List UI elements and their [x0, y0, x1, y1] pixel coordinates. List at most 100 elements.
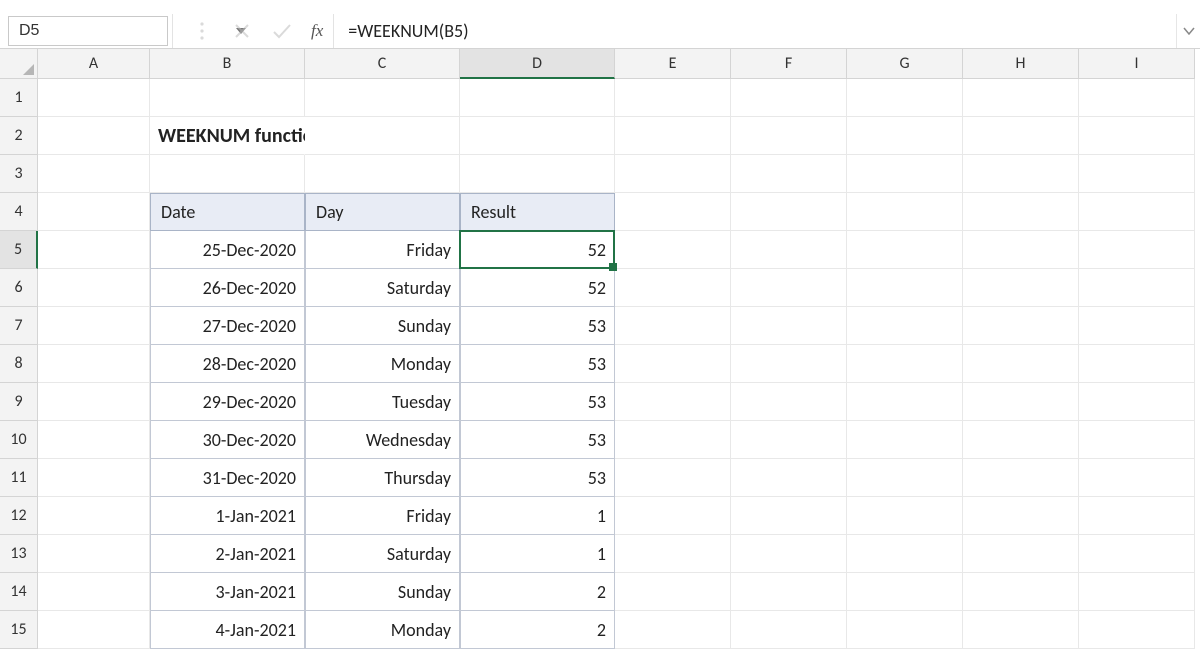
table-header-date[interactable]: Date [150, 193, 305, 231]
cell[interactable] [963, 535, 1079, 573]
cell[interactable] [38, 345, 150, 383]
row-header[interactable]: 9 [0, 383, 38, 421]
cancel-icon[interactable] [231, 20, 253, 42]
row-header[interactable]: 14 [0, 573, 38, 611]
cell[interactable] [38, 155, 150, 193]
cell[interactable] [615, 421, 731, 459]
cell[interactable] [1079, 383, 1195, 421]
cell[interactable] [615, 117, 731, 155]
cell[interactable] [847, 459, 963, 497]
cell[interactable] [615, 79, 731, 117]
cell[interactable] [731, 345, 847, 383]
cell[interactable] [615, 535, 731, 573]
column-header[interactable]: A [38, 49, 150, 79]
cell[interactable] [1079, 345, 1195, 383]
cell[interactable] [38, 193, 150, 231]
table-header-result[interactable]: Result [460, 193, 615, 231]
cell[interactable] [615, 345, 731, 383]
cell[interactable] [731, 497, 847, 535]
row-header[interactable]: 13 [0, 535, 38, 573]
cell[interactable] [963, 193, 1079, 231]
cell[interactable] [150, 155, 305, 193]
cell[interactable] [1079, 155, 1195, 193]
table-cell-day[interactable]: Thursday [305, 459, 460, 497]
cell[interactable] [963, 421, 1079, 459]
cell[interactable] [1079, 307, 1195, 345]
cell[interactable] [731, 383, 847, 421]
cell[interactable] [615, 573, 731, 611]
cell[interactable] [1079, 117, 1195, 155]
cell[interactable] [847, 117, 963, 155]
table-cell-result[interactable]: 52 [460, 269, 615, 307]
cell[interactable] [615, 155, 731, 193]
cell[interactable] [615, 193, 731, 231]
table-cell-date[interactable]: 30-Dec-2020 [150, 421, 305, 459]
cell[interactable] [731, 155, 847, 193]
table-cell-date[interactable]: 28-Dec-2020 [150, 345, 305, 383]
column-header[interactable]: C [305, 49, 460, 79]
table-cell-date[interactable]: 2-Jan-2021 [150, 535, 305, 573]
cell[interactable] [731, 611, 847, 649]
name-box[interactable] [8, 16, 168, 46]
cell[interactable] [847, 383, 963, 421]
cell[interactable] [38, 573, 150, 611]
cell[interactable] [38, 421, 150, 459]
cell[interactable] [38, 383, 150, 421]
cell[interactable] [847, 269, 963, 307]
cell[interactable] [847, 307, 963, 345]
cell[interactable] [731, 421, 847, 459]
formula-bar-expand-icon[interactable] [1176, 14, 1200, 48]
cell[interactable] [847, 497, 963, 535]
cell[interactable] [963, 611, 1079, 649]
table-cell-result[interactable]: 1 [460, 535, 615, 573]
table-cell-date[interactable]: 29-Dec-2020 [150, 383, 305, 421]
cell[interactable] [615, 231, 731, 269]
spreadsheet-grid[interactable]: A B C D E F G H I 1 2 3 4 5 6 7 8 9 10 1… [0, 49, 1200, 644]
table-cell-date[interactable]: 3-Jan-2021 [150, 573, 305, 611]
select-all-button[interactable] [0, 49, 38, 79]
cell[interactable] [963, 383, 1079, 421]
row-header[interactable]: 1 [0, 79, 38, 117]
cell[interactable] [1079, 421, 1195, 459]
cell[interactable] [731, 307, 847, 345]
cell[interactable] [150, 79, 305, 117]
column-header[interactable]: D [460, 49, 615, 79]
row-header[interactable]: 11 [0, 459, 38, 497]
cell[interactable] [731, 231, 847, 269]
table-cell-result[interactable]: 52 [460, 231, 615, 269]
cell[interactable] [615, 611, 731, 649]
table-cell-date[interactable]: 4-Jan-2021 [150, 611, 305, 649]
cell[interactable] [963, 155, 1079, 193]
cell[interactable] [38, 307, 150, 345]
cell[interactable] [615, 307, 731, 345]
row-header[interactable]: 15 [0, 611, 38, 649]
cell[interactable] [1079, 459, 1195, 497]
cell[interactable] [1079, 269, 1195, 307]
table-cell-day[interactable]: Monday [305, 345, 460, 383]
cell[interactable] [460, 117, 615, 155]
table-cell-date[interactable]: 31-Dec-2020 [150, 459, 305, 497]
cell[interactable] [731, 269, 847, 307]
table-cell-day[interactable]: Monday [305, 611, 460, 649]
cells-area[interactable]: WEEKNUM function Date Day Result [38, 79, 1195, 649]
table-cell-date[interactable]: 26-Dec-2020 [150, 269, 305, 307]
cell[interactable] [847, 611, 963, 649]
cell[interactable] [1079, 611, 1195, 649]
cell[interactable] [1079, 497, 1195, 535]
row-header[interactable]: 10 [0, 421, 38, 459]
cell[interactable] [731, 79, 847, 117]
cell[interactable] [963, 345, 1079, 383]
table-cell-day[interactable]: Friday [305, 231, 460, 269]
cell[interactable] [731, 459, 847, 497]
worksheet-title[interactable]: WEEKNUM function [150, 117, 305, 155]
cell[interactable] [38, 459, 150, 497]
column-header[interactable]: E [615, 49, 731, 79]
cell[interactable] [615, 497, 731, 535]
cell[interactable] [38, 535, 150, 573]
cell[interactable] [731, 535, 847, 573]
cell[interactable] [38, 79, 150, 117]
table-cell-date[interactable]: 27-Dec-2020 [150, 307, 305, 345]
cell[interactable] [731, 117, 847, 155]
table-cell-day[interactable]: Wednesday [305, 421, 460, 459]
cell[interactable] [847, 193, 963, 231]
